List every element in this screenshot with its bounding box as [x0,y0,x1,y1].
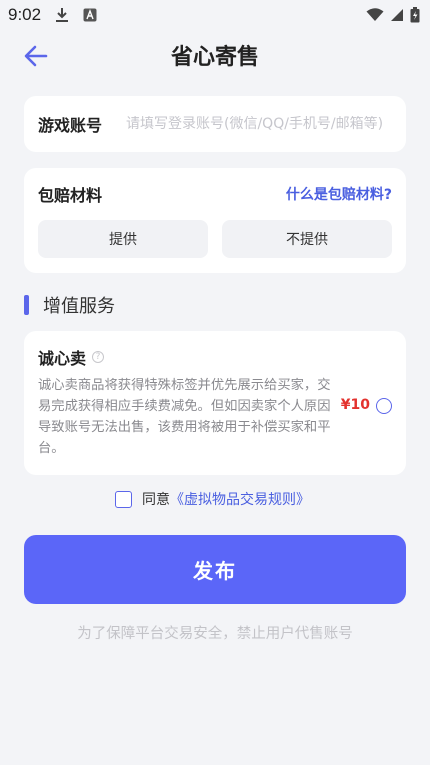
footer-note: 为了保障平台交易安全，禁止用户代售账号 [77,626,353,642]
app-bar: 省心寄售 [0,30,430,80]
status-time: 9:02 [8,5,42,24]
honest-sale-card[interactable]: 诚心卖 ? 诚心卖商品将获得特殊标签并优先展示给买家，交易完成获得相应手续费减免… [24,331,406,475]
honest-sale-radio[interactable] [376,398,392,414]
account-input[interactable] [126,116,392,132]
agreement-row: 同意《虚拟物品交易规则》 [115,489,310,509]
help-icon[interactable]: ? [92,351,105,363]
agreement-prefix: 同意 [142,492,170,508]
account-label: 游戏账号 [38,116,103,135]
signal-icon [391,9,403,21]
battery-icon [410,7,420,23]
agreement-checkbox[interactable] [115,490,132,508]
compensation-card: 包赔材料 什么是包赔材料? 提供 不提供 [24,168,406,273]
honest-sale-description: 诚心卖商品将获得特殊标签并优先展示给买家，交易完成获得相应手续费减免。但如因卖家… [38,378,331,456]
section-title-text: 增值服务 [43,296,115,317]
not-provide-button[interactable]: 不提供 [222,220,392,258]
honest-sale-price: ¥10 [340,397,370,413]
download-icon [56,8,69,22]
honest-sale-title: 诚心卖 [38,349,87,368]
agreement-rules-link[interactable]: 《虚拟物品交易规则》 [170,492,310,508]
publish-button[interactable]: 发布 [24,535,406,604]
account-card: 游戏账号 [24,96,406,152]
status-bar: 9:02 [0,0,430,30]
compensation-label: 包赔材料 [38,186,103,205]
translate-app-icon [83,8,97,22]
section-accent-bar [24,295,29,315]
back-arrow-icon[interactable] [22,42,50,70]
page-title: 省心寄售 [170,45,259,70]
value-added-section-title: 增值服务 [24,292,115,318]
wifi-icon [366,8,384,21]
provide-button[interactable]: 提供 [38,220,208,258]
compensation-help-link[interactable]: 什么是包赔材料? [286,184,392,204]
